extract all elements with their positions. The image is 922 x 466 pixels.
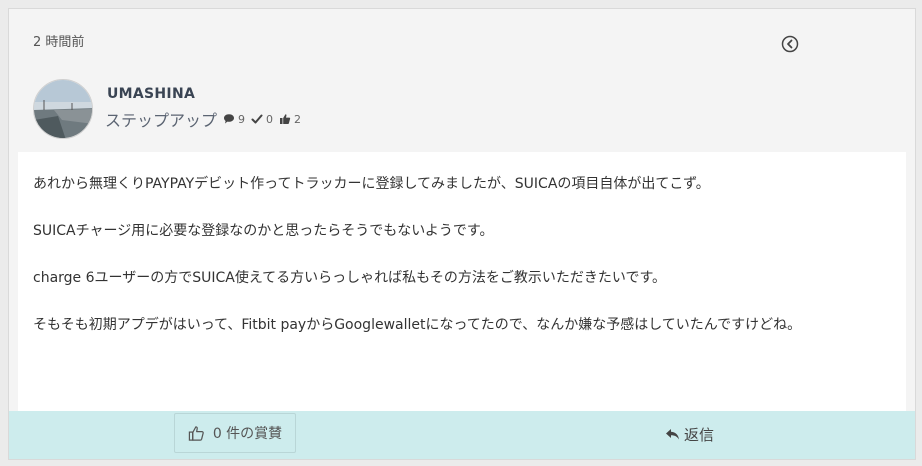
message-paragraph: あれから無理くりPAYPAYデビット作ってトラッカーに登録してみましたが、SUI… bbox=[33, 176, 710, 192]
post-timestamp: 2 時間前 bbox=[33, 35, 85, 50]
message-paragraph: SUICAチャージ用に必要な登録なのかと思ったらそうでもないようです。 bbox=[33, 223, 494, 239]
reply-arrow-icon bbox=[666, 428, 679, 439]
kudos-count-value: 2 bbox=[294, 112, 302, 126]
avatar[interactable] bbox=[33, 79, 93, 139]
author-rank: ステップアップ bbox=[105, 111, 218, 130]
reply-button[interactable]: 返信 bbox=[665, 421, 714, 447]
message-footer: 0 件の賞賛 返信 bbox=[9, 411, 915, 459]
thumbs-up-icon bbox=[188, 425, 204, 441]
author-meta: ステップアップ 9 0 2 bbox=[105, 108, 307, 130]
author-name[interactable]: UMASHINA bbox=[107, 86, 195, 102]
solutions-count-value: 0 bbox=[266, 112, 274, 126]
kudos-count: 2 bbox=[279, 113, 301, 126]
solutions-count: 0 bbox=[251, 113, 273, 126]
speech-bubble-icon bbox=[224, 114, 235, 124]
reply-button-label: 返信 bbox=[684, 425, 715, 444]
checkmark-icon bbox=[251, 114, 263, 124]
message-body: あれから無理くりPAYPAYデビット作ってトラッカーに登録してみましたが、SUI… bbox=[18, 152, 906, 411]
kudos-button-label: 0 件の賞賛 bbox=[212, 426, 283, 442]
message-card: 2 時間前 UMASHINA ステップアップ 9 0 2 あれから無理くりPAY… bbox=[8, 8, 916, 460]
circle-chevron-left-icon[interactable] bbox=[781, 35, 799, 53]
posts-count: 9 bbox=[223, 113, 245, 126]
kudos-button[interactable]: 0 件の賞賛 bbox=[174, 413, 296, 453]
thumbs-up-icon bbox=[280, 114, 291, 124]
posts-count-value: 9 bbox=[238, 112, 246, 126]
message-paragraph: charge 6ユーザーの方でSUICA使えてる方いらっしゃれば私もその方法をご… bbox=[33, 270, 667, 286]
message-paragraph: そもそも初期アプデがはいって、Fitbit payからGooglewalletに… bbox=[33, 317, 802, 333]
